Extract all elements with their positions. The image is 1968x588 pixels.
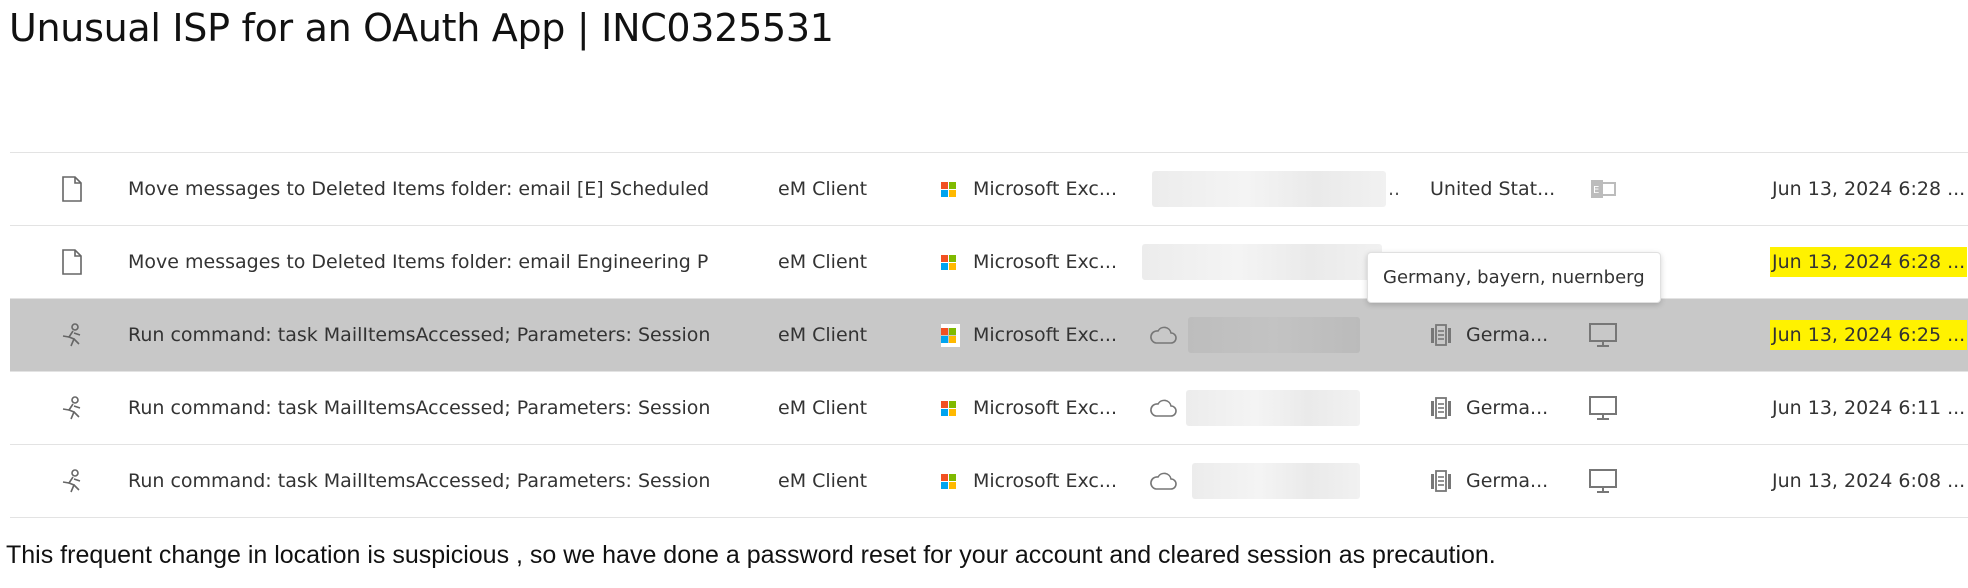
app-name: eM Client (778, 397, 868, 419)
cloud-icon (1148, 299, 1184, 371)
app-name: eM Client (778, 178, 868, 200)
service-name: Microsoft Exc... (973, 251, 1117, 273)
run-command-icon (54, 445, 90, 517)
location-text: Germa... (1466, 397, 1549, 419)
exchange-icon: E (1578, 153, 1628, 225)
table-row[interactable]: Run command: task MailItemsAccessed; Par… (10, 445, 1968, 518)
location-text: United Stat... (1430, 178, 1556, 200)
activity-text[interactable]: Move messages to Deleted Items folder: e… (128, 226, 763, 298)
ip-suffix: .. (1388, 178, 1401, 200)
date-cell: Jun 13, 2024 6:28 ... (1770, 153, 1968, 225)
monitor-icon (1578, 445, 1628, 517)
monitor-icon (1578, 372, 1628, 444)
app-name: eM Client (778, 324, 868, 346)
location-cell[interactable]: Germa... (1430, 299, 1570, 371)
page-title: Unusual ISP for an OAuth App | INC032553… (9, 6, 834, 50)
microsoft-logo-icon (941, 323, 960, 347)
ip-address-redacted (1186, 372, 1366, 444)
date-cell: Jun 13, 2024 6:11 ... (1770, 372, 1968, 444)
activity-text[interactable]: Run command: task MailItemsAccessed; Par… (128, 372, 763, 444)
date-cell: Jun 13, 2024 6:28 ... (1770, 226, 1968, 298)
date-text: Jun 13, 2024 6:08 ... (1772, 470, 1966, 492)
app-name: eM Client (778, 470, 868, 492)
date-text: Jun 13, 2024 6:25 ... (1770, 320, 1968, 350)
location-text: Germa... (1466, 324, 1549, 346)
table-row[interactable]: Move messages to Deleted Items folder: e… (10, 153, 1968, 226)
location-cell[interactable]: Germa... (1430, 445, 1570, 517)
document-icon (54, 226, 90, 298)
microsoft-logo-icon (941, 400, 956, 416)
cloud-icon (1148, 445, 1184, 517)
service-name: Microsoft Exc... (973, 178, 1117, 200)
service-name: Microsoft Exc... (973, 470, 1117, 492)
activity-text[interactable]: Run command: task MailItemsAccessed; Par… (128, 299, 763, 371)
activity-log-table: Move messages to Deleted Items folder: e… (10, 152, 1968, 518)
svg-text:E: E (1593, 185, 1599, 196)
table-row[interactable]: Run command: task MailItemsAccessed; Par… (10, 372, 1968, 445)
monitor-icon (1578, 299, 1628, 371)
microsoft-logo-icon (941, 254, 956, 270)
location-text: Germa... (1466, 470, 1549, 492)
location-cell[interactable]: Germa... (1430, 372, 1570, 444)
cloud-icon (1148, 372, 1184, 444)
location-cell[interactable]: United Stat... (1430, 153, 1570, 225)
building-icon (1430, 397, 1452, 419)
date-cell: Jun 13, 2024 6:25 ... (1770, 299, 1968, 371)
date-text: Jun 13, 2024 6:11 ... (1772, 397, 1966, 419)
document-icon (54, 153, 90, 225)
service-cell: Microsoft Exc... (941, 153, 1141, 225)
service-cell: Microsoft Exc... (941, 226, 1141, 298)
app-name: eM Client (778, 251, 868, 273)
microsoft-logo-icon (941, 473, 956, 489)
date-cell: Jun 13, 2024 6:08 ... (1770, 445, 1968, 517)
service-name: Microsoft Exc... (973, 397, 1117, 419)
run-command-icon (54, 372, 90, 444)
table-row-selected[interactable]: Run command: task MailItemsAccessed; Par… (10, 299, 1968, 372)
ip-address-redacted (1142, 226, 1392, 298)
service-cell: Microsoft Exc... (941, 372, 1141, 444)
service-name: Microsoft Exc... (973, 324, 1117, 346)
ip-address-redacted: .. (1152, 153, 1402, 225)
activity-text[interactable]: Move messages to Deleted Items folder: e… (128, 153, 763, 225)
microsoft-logo-icon (941, 181, 956, 197)
table-row[interactable]: Move messages to Deleted Items folder: e… (10, 226, 1968, 299)
date-text: Jun 13, 2024 6:28 ... (1770, 247, 1968, 277)
building-icon (1430, 470, 1452, 492)
run-command-icon (54, 299, 90, 371)
footer-note: This frequent change in location is susp… (6, 541, 1496, 569)
service-cell: Microsoft Exc... (941, 445, 1141, 517)
ip-address-redacted (1192, 445, 1372, 517)
building-icon (1430, 324, 1452, 346)
date-text: Jun 13, 2024 6:28 ... (1772, 178, 1966, 200)
ip-address-redacted (1188, 299, 1368, 371)
activity-text[interactable]: Run command: task MailItemsAccessed; Par… (128, 445, 763, 517)
service-cell: Microsoft Exc... (941, 299, 1141, 371)
location-tooltip: Germany, bayern, nuernberg (1367, 252, 1661, 303)
